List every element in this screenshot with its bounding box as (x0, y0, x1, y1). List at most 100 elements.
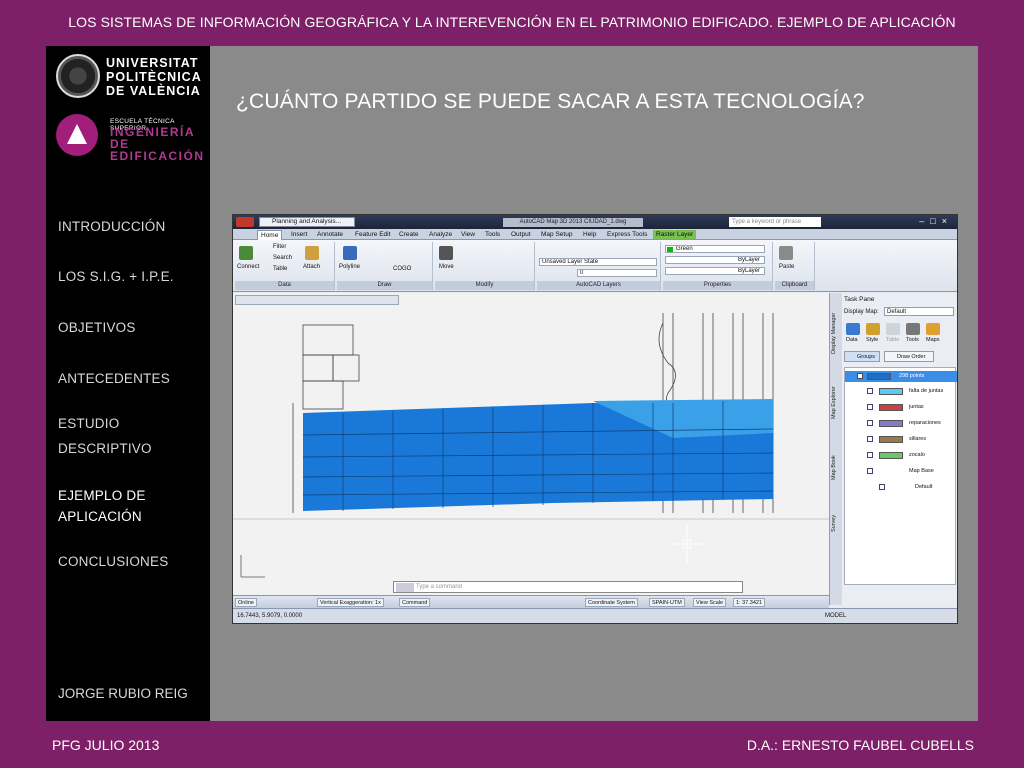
attach-icon[interactable] (305, 246, 319, 260)
slide-content: ¿CUÁNTO PARTIDO SE PUEDE SACAR A ESTA TE… (210, 46, 978, 721)
tab-map-setup[interactable]: Map Setup (541, 230, 572, 239)
color-swatch (667, 247, 673, 252)
command-controls[interactable] (396, 583, 414, 592)
layer-visibility-checkbox[interactable] (867, 468, 873, 474)
layer-298-points[interactable]: 298 points (845, 371, 957, 382)
tab-map-explorer[interactable]: Map Explorer (831, 373, 841, 433)
lineweight-combo[interactable]: ByLayer (665, 267, 765, 275)
minimize-icon[interactable]: – (919, 216, 930, 226)
data-tool-icon[interactable] (846, 323, 860, 335)
panel-draw: Polyline COGO Draw (337, 242, 433, 290)
upv-line-1: UNIVERSITAT (106, 56, 199, 70)
nav-descriptivo[interactable]: DESCRIPTIVO (58, 438, 152, 459)
command-button[interactable]: Command (399, 598, 431, 607)
coordinate-system-label[interactable]: Coordinate System (585, 598, 638, 607)
drawing-area[interactable]: Type a command (233, 293, 829, 595)
tab-survey[interactable]: Survey (831, 503, 841, 543)
tab-insert[interactable]: Insert (291, 230, 307, 239)
filter-button[interactable]: Filter (273, 244, 286, 250)
layer-visibility-checkbox[interactable] (867, 420, 873, 426)
nav-estudio[interactable]: ESTUDIO (58, 413, 119, 434)
app-menu-icon[interactable] (236, 217, 254, 227)
command-line[interactable]: Type a command (393, 581, 743, 593)
model-space-button[interactable]: MODEL (825, 613, 846, 619)
maximize-icon[interactable]: □ (930, 216, 941, 226)
tab-home[interactable]: Home (257, 230, 283, 240)
paste-icon[interactable] (779, 246, 793, 260)
nav-conclusiones[interactable]: CONCLUSIONES (58, 551, 168, 572)
app-status-bar: 16.7443, 5.9079, 0.0000 MODEL (233, 608, 957, 623)
tab-map-book[interactable]: Map Book (831, 443, 841, 493)
footer-date: PFG JULIO 2013 (52, 737, 160, 753)
layer-falta-de-juntas[interactable]: falta de juntas (845, 386, 957, 397)
etsie-big-line-2: EDIFICACIÓN (110, 149, 205, 163)
panel-layers-label: AutoCAD Layers (537, 281, 660, 290)
table-button[interactable]: Table (273, 266, 287, 272)
tab-create[interactable]: Create (399, 230, 419, 239)
tab-draw-order[interactable]: Draw Order (884, 351, 934, 362)
layer-state-combo[interactable]: Unsaved Layer State (539, 258, 657, 266)
layer-visibility-checkbox[interactable] (857, 373, 863, 379)
window-controls: –□× (919, 216, 953, 226)
tab-display-manager[interactable]: Display Manager (831, 303, 841, 363)
close-icon[interactable]: × (942, 216, 953, 226)
color-combo[interactable]: Green (665, 245, 765, 253)
display-map-select[interactable]: Default (884, 307, 954, 316)
tab-tools[interactable]: Tools (485, 230, 500, 239)
view-scale-label[interactable]: View Scale (693, 598, 727, 607)
layer-visibility-checkbox[interactable] (867, 404, 873, 410)
layer-label: reparaciones (909, 420, 941, 426)
layer-visibility-checkbox[interactable] (867, 388, 873, 394)
move-icon[interactable] (439, 246, 453, 260)
connect-icon[interactable] (239, 246, 253, 260)
tab-help[interactable]: Help (583, 230, 596, 239)
tab-output[interactable]: Output (511, 230, 531, 239)
tools-tool-icon[interactable] (906, 323, 920, 335)
drawing-canvas[interactable] (233, 293, 829, 595)
polyline-icon[interactable] (343, 246, 357, 260)
layer-zocalo[interactable]: zocalo (845, 450, 957, 461)
tab-annotate[interactable]: Annotate (317, 230, 343, 239)
etsie-logo: ESCUELA TÉCNICA SUPERIOR INGENIERÍA DE E… (56, 114, 206, 162)
tab-groups[interactable]: Groups (844, 351, 880, 362)
cogo-button[interactable]: COGO (393, 266, 411, 272)
layer-juntas[interactable]: juntas (845, 402, 957, 413)
help-search-input[interactable]: Type a keyword or phrase (729, 217, 821, 227)
move-label: Move (439, 264, 454, 270)
layer-visibility-checkbox[interactable] (879, 484, 885, 490)
nav-introduccion[interactable]: INTRODUCCIÓN (58, 216, 165, 237)
layer-sillares[interactable]: sillares (845, 434, 957, 445)
tab-view[interactable]: View (461, 230, 475, 239)
layer-combo[interactable]: 0 (577, 269, 657, 277)
ribbon: Connect Filter Search Table Attach Data … (233, 240, 957, 292)
layer-visibility-checkbox[interactable] (867, 436, 873, 442)
drawing-toolbar[interactable] (235, 295, 399, 305)
tab-express-tools[interactable]: Express Tools (607, 230, 647, 239)
nav-ejemplo[interactable]: EJEMPLO DE (58, 485, 146, 506)
nav-antecedentes[interactable]: ANTECEDENTES (58, 368, 170, 389)
layer-swatch (879, 388, 903, 395)
style-tool-icon[interactable] (866, 323, 880, 335)
maps-tool-icon[interactable] (926, 323, 940, 335)
table-tool-icon[interactable] (886, 323, 900, 335)
app-titlebar: Planning and Analysis... AutoCAD Map 3D … (233, 215, 957, 229)
vertical-exaggeration[interactable]: Vertical Exaggeration: 1x (317, 598, 384, 607)
view-scale-value[interactable]: 1: 37.3421 (733, 598, 765, 607)
workspace-dropdown[interactable]: Planning and Analysis... (259, 217, 355, 227)
autocad-screenshot: Planning and Analysis... AutoCAD Map 3D … (232, 214, 958, 624)
coordinate-system-value[interactable]: SPAIN-UTM (649, 598, 685, 607)
layer-visibility-checkbox[interactable] (867, 452, 873, 458)
linetype-combo[interactable]: ByLayer (665, 256, 765, 264)
search-button[interactable]: Search (273, 255, 292, 261)
nav-objetivos[interactable]: OBJETIVOS (58, 317, 136, 338)
layer-map-base[interactable]: Map Base (845, 466, 957, 477)
tab-raster-layer[interactable]: Raster Layer (653, 230, 697, 239)
tab-feature-edit[interactable]: Feature Edit (355, 230, 390, 239)
online-status[interactable]: Online (235, 598, 257, 607)
nav-sig-ipe[interactable]: LOS S.I.G. + I.P.E. (58, 266, 174, 287)
nav-aplicacion[interactable]: APLICACIÓN (58, 506, 142, 527)
tab-analyze[interactable]: Analyze (429, 230, 452, 239)
upv-line-3: DE VALÈNCIA (106, 84, 201, 98)
layer-default[interactable]: Default (845, 482, 957, 493)
layer-reparaciones[interactable]: reparaciones (845, 418, 957, 429)
